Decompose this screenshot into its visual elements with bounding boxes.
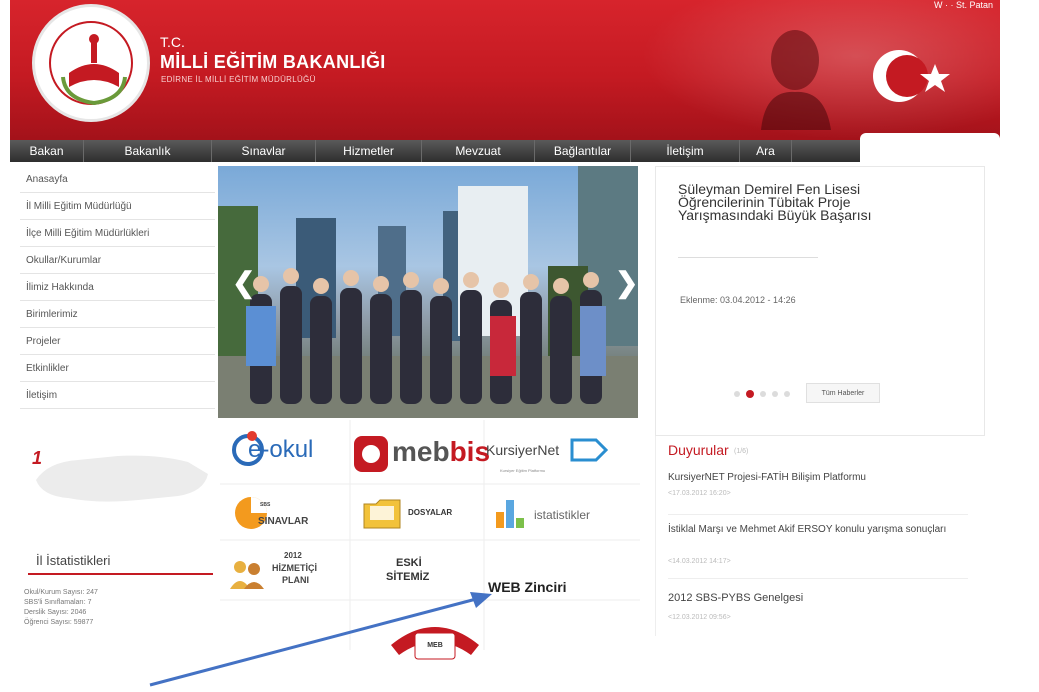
kursiyernet-link[interactable]: KursiyerNet Kursiyer Eğitim Platformu	[486, 422, 616, 487]
main-nav: Bakan Bakanlık Sınavlar Hizmetler Mevzuat Bağ…	[10, 140, 860, 162]
stat-row: Derslik Sayısı: 2046	[24, 609, 87, 616]
eski-label-a: ESKİ	[396, 557, 422, 569]
brand-subtitle: EDİRNE İL MİLLİ EĞİTİM MÜDÜRLÜĞÜ	[161, 75, 316, 84]
mebbis-link[interactable]: mebbis	[352, 422, 490, 487]
sidebar-item-birimlerimiz[interactable]: Birimlerimiz	[20, 301, 215, 328]
sidebar-item-etkinlikler[interactable]: Etkinlikler	[20, 355, 215, 382]
slider-dot[interactable]	[734, 391, 740, 397]
dosyalar-label: DOSYALAR	[408, 508, 453, 517]
hizmetici-label-b: PLANI	[282, 575, 309, 585]
kursiyernet-sub: Kursiyer Eğitim Platformu	[500, 468, 546, 473]
sidebar-item-okullar[interactable]: Okullar/Kurumlar	[20, 247, 215, 274]
news-panel: Süleyman Demirel Fen Lisesi Öğrencilerin…	[655, 166, 985, 436]
news-date: Eklenme: 03.04.2012 - 14:26	[680, 295, 796, 305]
announcement-link[interactable]: İstiklal Marşı ve Mehmet Akif ERSOY konu…	[668, 522, 968, 538]
slider-dot[interactable]	[784, 391, 790, 397]
ministry-logo[interactable]	[32, 4, 150, 122]
nav-item[interactable]: Bağlantılar	[535, 140, 631, 162]
eokul-link[interactable]: e-okul	[222, 422, 352, 487]
ataturk-portrait-image	[761, 30, 831, 130]
announcement-date: <14.03.2012 14:17>	[668, 558, 731, 565]
meb-phone-icon[interactable]: MEB	[385, 615, 485, 661]
turkish-flag-icon	[873, 50, 950, 102]
stat-row: SBS'li Sınıflamaları: 7	[24, 599, 92, 606]
news-slider-image[interactable]	[218, 166, 638, 418]
nav-item[interactable]: Mevzuat	[422, 140, 535, 162]
sidebar-item-ilce-mem[interactable]: İlçe Milli Eğitim Müdürlükleri	[20, 220, 215, 247]
sidebar-item-ilimiz[interactable]: İlimiz Hakkında	[20, 274, 215, 301]
announcement-date: <17.03.2012 16:20>	[668, 490, 731, 497]
all-news-button[interactable]: Tüm Haberler	[806, 383, 880, 403]
brand-title[interactable]: MİLLİ EĞİTİM BAKANLIĞI	[160, 52, 386, 73]
sidebar-item-iletisim[interactable]: İletişim	[20, 382, 215, 409]
web-zinciri-link[interactable]: WEB Zinciri	[486, 545, 616, 610]
people-icon	[230, 561, 264, 589]
mebbis-label-b: bis	[449, 436, 491, 467]
slider-prev-icon[interactable]: ❮	[232, 266, 255, 299]
slider-dot[interactable]	[772, 391, 778, 397]
announcement-link[interactable]: 2012 SBS-PYBS Genelgesi	[668, 590, 968, 606]
sidebar-item-il-mem[interactable]: İl Milli Eğitim Müdürlüğü	[20, 193, 215, 220]
stat-row: Okul/Kurum Sayısı: 247	[24, 589, 98, 596]
top-link[interactable]: W · · St. Patan	[934, 0, 993, 10]
stats-title: İl İstatistikleri	[36, 553, 111, 568]
mebbis-icon	[354, 436, 388, 472]
news-headline[interactable]: Süleyman Demirel Fen Lisesi Öğrencilerin…	[678, 182, 928, 222]
istatistikler-label: istatistikler	[534, 508, 591, 522]
turkey-map-image[interactable]	[28, 440, 213, 520]
nav-item[interactable]: İletişim	[631, 140, 740, 162]
brand-tc: T.C.	[160, 34, 185, 50]
stat-row: Öğrenci Sayısı: 59877	[24, 619, 94, 626]
kursiyernet-arrow-icon	[570, 438, 608, 462]
eski-label-b: SİTEMİZ	[386, 571, 430, 583]
dosyalar-link[interactable]: DOSYALAR	[352, 488, 482, 553]
sbs-sinavlar-link[interactable]: SBS SINAVLAR	[222, 488, 352, 553]
nav-item[interactable]: Bakan	[10, 140, 84, 162]
announcements-count: (1/6)	[734, 448, 749, 455]
map-marker-number: 1	[32, 448, 43, 468]
nav-item[interactable]: Ara	[740, 140, 792, 162]
announcement-date: <12.03.2012 09:56>	[668, 614, 731, 621]
stats-bars-icon	[496, 500, 524, 528]
folder-icon	[363, 499, 401, 529]
hizmetici-plani-link[interactable]: 2012 HİZMETİÇİ PLANI	[222, 545, 352, 610]
eski-sitemiz-link[interactable]: ESKİ SİTEMİZ	[352, 545, 482, 610]
page: T.C. MİLLİ EĞİTİM BAKANLIĞI EDİRNE İL Mİ…	[0, 0, 1039, 692]
announcement-link[interactable]: KursiyerNET Projesi-FATİH Bilişim Platfo…	[668, 470, 968, 486]
logo-emblem-icon	[61, 34, 127, 106]
nav-item[interactable]: Hizmetler	[316, 140, 422, 162]
web-zinciri-label: WEB Zinciri	[488, 579, 567, 595]
slider-dot-active[interactable]	[746, 390, 754, 398]
slider-next-icon[interactable]: ❯	[615, 266, 638, 299]
eokul-label: e-okul	[248, 436, 314, 463]
nav-item[interactable]: Bakanlık	[84, 140, 212, 162]
slider-pagination	[734, 390, 790, 398]
site-header: T.C. MİLLİ EĞİTİM BAKANLIĞI EDİRNE İL Mİ…	[10, 0, 1000, 140]
sidebar-item-projeler[interactable]: Projeler	[20, 328, 215, 355]
meb-phone-label: MEB	[427, 642, 443, 649]
sidebar-item-anasayfa[interactable]: Anasayfa	[20, 166, 215, 193]
nav-item[interactable]: Sınavlar	[212, 140, 316, 162]
slider-dot[interactable]	[760, 391, 766, 397]
announcements-title[interactable]: Duyurular	[668, 442, 729, 458]
istatistikler-link[interactable]: istatistikler	[486, 488, 616, 553]
mebbis-label-a: meb	[392, 436, 450, 467]
sbs-label: SINAVLAR	[258, 516, 309, 527]
hizmetici-label-a: HİZMETİÇİ	[272, 563, 317, 573]
sidebar-menu: Anasayfa İl Milli Eğitim Müdürlüğü İlçe Mi…	[20, 166, 215, 409]
announcements-panel: Duyurular (1/6) KursiyerNET Projesi-FATİ…	[655, 436, 985, 636]
sbs-badge: SBS	[260, 502, 271, 508]
kursiyernet-label: KursiyerNet	[486, 442, 560, 458]
hizmetici-year: 2012	[284, 551, 302, 560]
